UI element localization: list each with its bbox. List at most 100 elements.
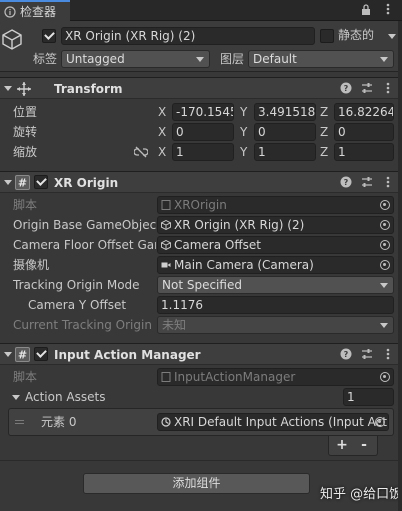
- drag-handle-icon[interactable]: [15, 420, 24, 424]
- component-enabled-checkbox[interactable]: [34, 347, 48, 361]
- camera-floor-offset-value: Camera Offset: [174, 238, 261, 252]
- preset-sliders-icon[interactable]: [361, 176, 373, 188]
- component-title: XR Origin: [54, 176, 119, 190]
- scrollbar-track[interactable]: [398, 21, 402, 511]
- element-0-label: 元素 0: [41, 415, 77, 429]
- object-picker-icon[interactable]: [380, 260, 390, 270]
- foldout-arrow-icon[interactable]: [4, 86, 12, 91]
- rotation-label: 旋转: [13, 125, 38, 139]
- svg-text:#: #: [18, 177, 27, 190]
- kebab-menu-icon[interactable]: [382, 3, 394, 15]
- position-y-input[interactable]: 3.491518: [254, 103, 316, 121]
- info-icon: [4, 5, 16, 18]
- axis-x-label[interactable]: X: [158, 103, 166, 121]
- camera-field[interactable]: Main Camera (Camera): [157, 256, 394, 274]
- svg-text:?: ?: [344, 350, 349, 359]
- action-assets-list: 元素 0 XRI Default Input Actions (Input Ac…: [8, 408, 394, 436]
- transform-header[interactable]: Transform ?: [0, 77, 402, 99]
- object-picker-icon[interactable]: [380, 240, 390, 250]
- watermark-text: 知乎 @给口饭吃: [320, 487, 402, 502]
- scale-label: 缩放: [13, 145, 38, 159]
- help-icon[interactable]: ?: [340, 348, 352, 360]
- object-picker-icon: [380, 372, 390, 382]
- action-assets-foldout-icon[interactable]: [12, 395, 20, 400]
- list-add-button[interactable]: +: [331, 436, 353, 454]
- camera-floor-offset-field[interactable]: Camera Offset: [157, 236, 394, 254]
- object-picker-icon: [380, 200, 390, 210]
- gameobject-cube-icon: [161, 240, 171, 250]
- scale-y-input[interactable]: 1: [254, 143, 316, 161]
- static-checkbox[interactable]: [320, 29, 334, 43]
- script-hash-icon: #: [15, 175, 30, 190]
- axis-z-label[interactable]: Z: [320, 123, 328, 141]
- position-x-input[interactable]: -170.1545: [172, 103, 234, 121]
- xr-origin-header[interactable]: # XR Origin ?: [0, 171, 402, 193]
- rotation-y-input[interactable]: 0: [254, 123, 316, 141]
- tag-label: 标签: [33, 52, 58, 66]
- position-z-input[interactable]: 16.82264: [334, 103, 394, 121]
- origin-base-gameobject-label: Origin Base GameObject: [13, 218, 156, 232]
- rotation-x-input[interactable]: 0: [172, 123, 234, 141]
- script-value: InputActionManager: [174, 370, 296, 384]
- camera-floor-offset-label: Camera Floor Offset GameObject: [13, 238, 156, 252]
- input-action-manager-body: 脚本 InputActionManager Action Assets 1 元素…: [0, 365, 402, 460]
- xr-origin-body: 脚本 XROrigin Origin Base GameObject XR Or…: [0, 193, 402, 343]
- add-component-button[interactable]: 添加组件: [83, 473, 310, 494]
- tracking-origin-mode-label: Tracking Origin Mode: [13, 278, 140, 292]
- rotation-z-input[interactable]: 0: [334, 123, 394, 141]
- lock-icon[interactable]: [360, 3, 372, 15]
- gameobject-cube-icon: [161, 220, 171, 230]
- list-add-remove-bar: + -: [328, 436, 378, 456]
- help-icon[interactable]: ?: [340, 176, 352, 188]
- foldout-arrow-icon[interactable]: [4, 180, 12, 185]
- scale-x-input[interactable]: 1: [172, 143, 234, 161]
- tag-dropdown[interactable]: Untagged: [61, 50, 210, 68]
- list-remove-button[interactable]: -: [353, 436, 375, 454]
- origin-base-gameobject-value: XR Origin (XR Rig) (2): [174, 218, 305, 232]
- input-action-manager-header[interactable]: # Input Action Manager ?: [0, 343, 402, 365]
- camera-icon: [161, 262, 171, 268]
- tab-label: 检查器: [20, 5, 57, 19]
- axis-z-label[interactable]: Z: [320, 103, 328, 121]
- preset-sliders-icon[interactable]: [361, 82, 373, 94]
- camera-value: Main Camera (Camera): [174, 258, 314, 272]
- inspector-tabbar: 检查器: [0, 0, 402, 21]
- static-dropdown-arrow-icon[interactable]: [388, 34, 396, 39]
- script-file-icon: [161, 372, 171, 382]
- foldout-arrow-icon[interactable]: [4, 352, 12, 357]
- element-0-field[interactable]: XRI Default Input Actions (Input Actions…: [157, 413, 389, 431]
- component-enabled-checkbox[interactable]: [34, 175, 48, 189]
- scale-z-input[interactable]: 1: [334, 143, 394, 161]
- element-0-value: XRI Default Input Actions (Input Actions…: [174, 415, 389, 429]
- axis-x-label[interactable]: X: [158, 143, 166, 161]
- tab-inspector[interactable]: 检查器: [0, 0, 70, 21]
- component-title: Transform: [54, 82, 123, 96]
- action-assets-label[interactable]: Action Assets: [25, 388, 105, 406]
- input-actions-asset-icon: [161, 417, 171, 427]
- gameobject-name-input[interactable]: XR Origin (XR Rig) (2): [61, 27, 315, 45]
- axis-y-label[interactable]: Y: [240, 103, 247, 121]
- object-picker-icon[interactable]: [375, 417, 385, 427]
- axis-y-label[interactable]: Y: [240, 123, 247, 141]
- active-checkbox[interactable]: [42, 29, 56, 43]
- link-constrain-proportions-icon[interactable]: [134, 146, 148, 158]
- origin-base-gameobject-field[interactable]: XR Origin (XR Rig) (2): [157, 216, 394, 234]
- kebab-menu-icon[interactable]: [382, 82, 394, 94]
- svg-text:#: #: [18, 349, 27, 362]
- axis-z-label[interactable]: Z: [320, 143, 328, 161]
- layer-label: 图层: [220, 52, 245, 66]
- kebab-menu-icon[interactable]: [382, 176, 394, 188]
- script-hash-icon: #: [15, 347, 30, 362]
- layer-dropdown[interactable]: Default: [248, 50, 394, 68]
- action-assets-size-input[interactable]: 1: [343, 388, 394, 406]
- camera-y-offset-input[interactable]: 1.1176: [157, 296, 394, 314]
- tracking-origin-mode-dropdown[interactable]: Not Specified: [157, 276, 394, 294]
- preset-sliders-icon[interactable]: [361, 348, 373, 360]
- position-label: 位置: [13, 105, 38, 119]
- axis-y-label[interactable]: Y: [240, 143, 247, 161]
- svg-text:?: ?: [344, 84, 349, 93]
- kebab-menu-icon[interactable]: [382, 348, 394, 360]
- object-picker-icon[interactable]: [380, 220, 390, 230]
- help-icon[interactable]: ?: [340, 82, 352, 94]
- axis-x-label[interactable]: X: [158, 123, 166, 141]
